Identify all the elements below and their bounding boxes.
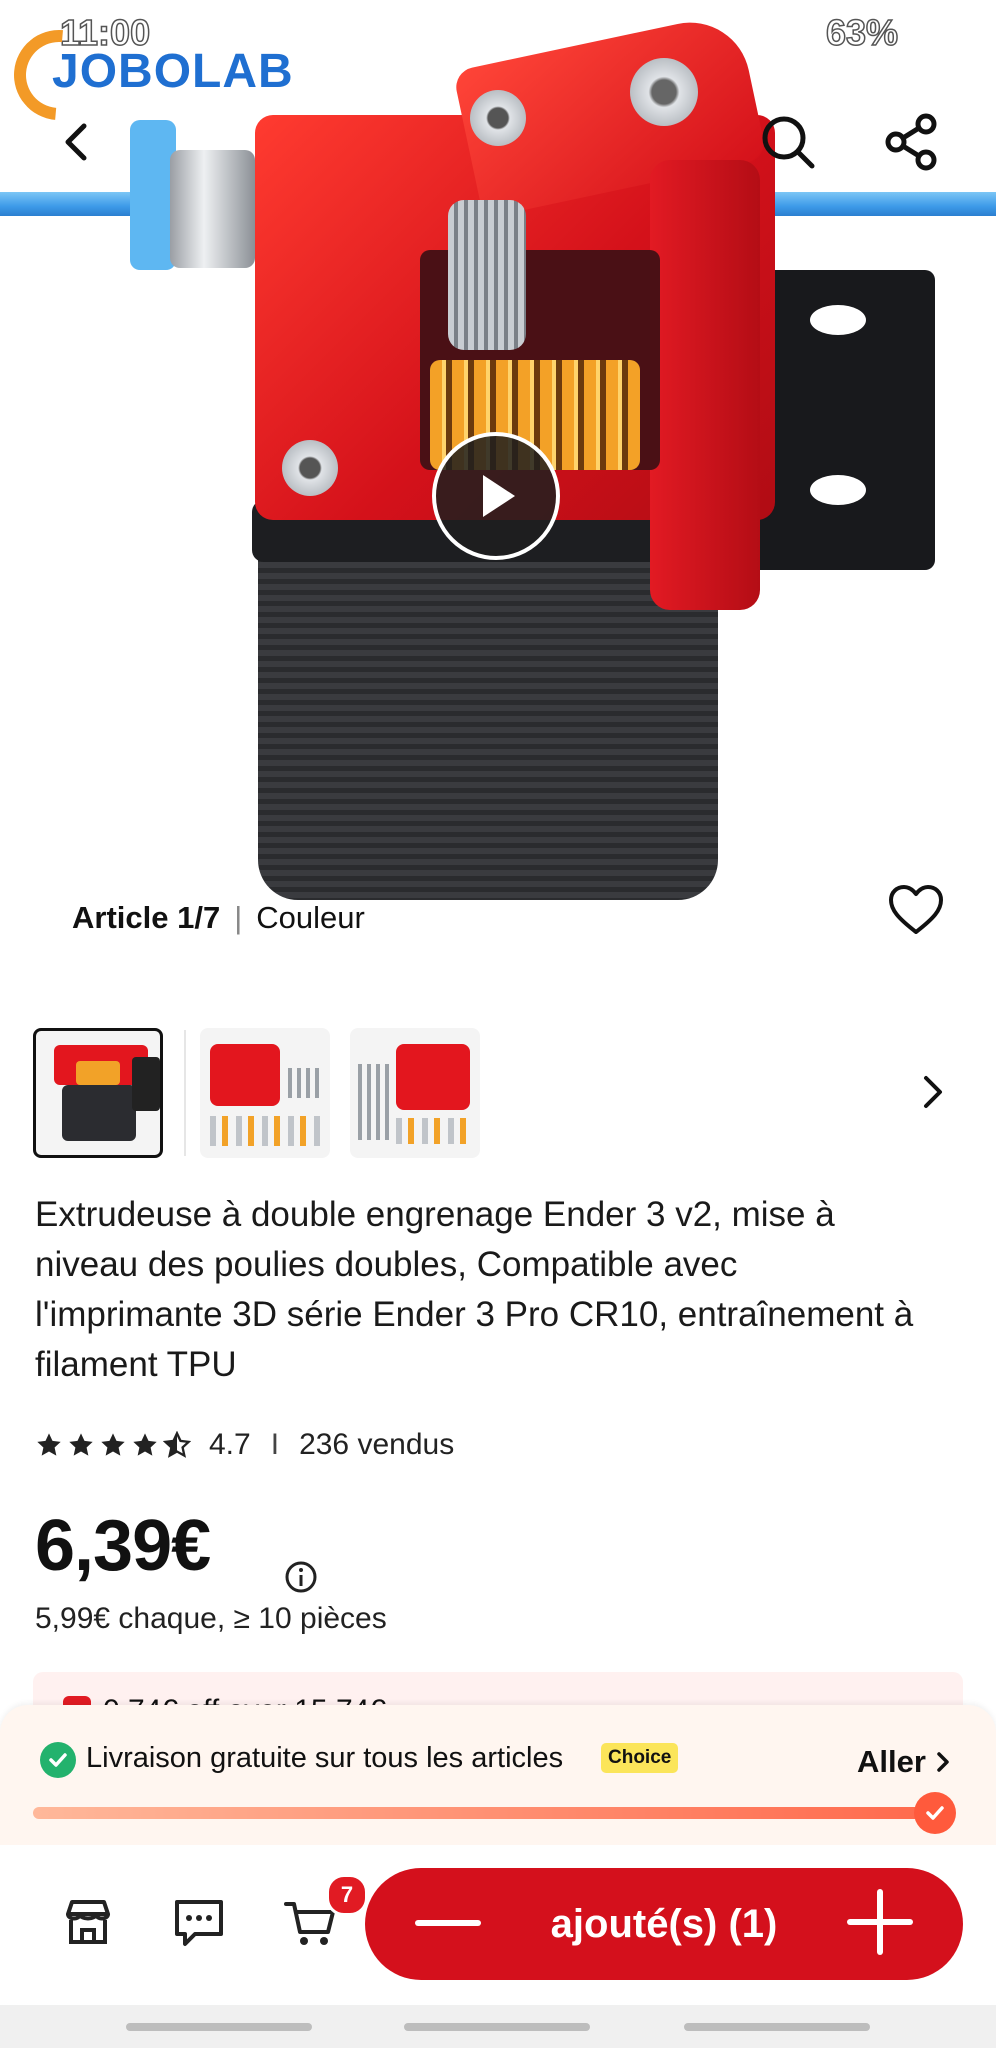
half-star-icon [163,1431,191,1458]
thumb-graphic [76,1061,120,1085]
choice-badge: Choice [601,1743,679,1773]
thumb-graphic [62,1085,136,1141]
increase-quantity-button[interactable] [847,1888,913,1960]
nav-recents-button[interactable] [126,2023,312,2031]
store-button[interactable] [56,1890,120,1954]
gallery-caption: Article 1/7 | Couleur [72,900,365,936]
price: 6,39€ [35,1506,211,1586]
store-icon [66,1900,110,1944]
add-to-cart-button[interactable]: ajouté(s) (1) [365,1868,963,1980]
search-button[interactable] [756,110,820,174]
cart-count-badge: 7 [326,1874,368,1916]
plus-icon [847,1888,913,1955]
thumb-graphic [358,1064,392,1140]
star-icon [101,1433,125,1456]
rating-stars [35,1431,191,1459]
add-to-cart-label: ajouté(s) (1) [550,1901,778,1946]
free-shipping-banner [0,1705,996,1845]
check-circle-icon [40,1742,76,1778]
nav-home-button[interactable] [404,2023,590,2031]
thumbnail-2[interactable] [200,1028,330,1158]
share-button[interactable] [880,110,944,174]
play-icon [483,475,515,517]
thumb-graphic [288,1068,322,1098]
decrease-quantity-button[interactable] [415,1915,481,1933]
star-icon [37,1433,61,1456]
free-shipping-progress-bar [33,1807,928,1819]
rating-divider: I [270,1428,280,1461]
sold-count: 236 vendus [299,1428,455,1461]
caption-divider: | [234,900,243,935]
variant-label: Couleur [256,900,365,935]
fitting-metal-graphic [170,150,255,268]
price-info-button[interactable] [284,1560,318,1599]
screw-graphic [282,440,338,496]
thumbnail-1[interactable] [33,1028,163,1158]
extruder-lever-graphic [650,160,760,610]
chevron-left-icon [65,123,87,161]
info-icon [285,1561,317,1593]
search-icon [762,116,815,169]
motor-graphic [258,540,718,900]
bracket-hole [810,305,866,335]
share-icon [885,113,937,171]
rating-row[interactable]: 4.7 I 236 vendus [35,1428,454,1462]
bulk-price: 5,99€ chaque, ≥ 10 pièces [35,1602,387,1635]
thumb-graphic [210,1044,280,1106]
gear-graphic [448,200,526,350]
screw-graphic [470,90,526,146]
chevron-right-icon [924,1076,942,1108]
heart-icon [889,885,943,934]
thumbnail-divider [184,1030,186,1156]
wishlist-button[interactable] [884,878,948,942]
brand-logo: JOBOLAB [52,45,294,98]
nav-back-button[interactable] [684,2023,870,2031]
star-icon [133,1433,157,1456]
back-button[interactable] [44,110,108,174]
message-button[interactable] [167,1890,231,1954]
thumb-graphic [132,1057,160,1111]
star-icon [69,1433,93,1456]
minus-icon [415,1920,481,1926]
thumbnails-next-button[interactable] [900,1060,964,1124]
screw-graphic [630,58,698,126]
rating-value: 4.7 [209,1428,251,1461]
aller-link[interactable]: Aller [857,1744,952,1780]
thumbnail-3[interactable] [350,1028,480,1158]
progress-complete-icon [914,1792,956,1834]
free-shipping-text: Livraison gratuite sur tous les articles [86,1742,564,1774]
status-battery: 63% [825,11,899,54]
article-counter: Article 1/7 [72,900,221,935]
thumb-graphic [396,1044,470,1110]
thumb-graphic [210,1116,322,1146]
thumb-graphic [396,1118,472,1144]
product-title: Extrudeuse à double engrenage Ender 3 v2… [35,1195,914,1384]
chat-icon [175,1900,223,1946]
chevron-right-icon [937,1752,949,1772]
bracket-hole [810,475,866,505]
aller-label: Aller [857,1744,926,1779]
play-video-button[interactable] [432,432,560,560]
